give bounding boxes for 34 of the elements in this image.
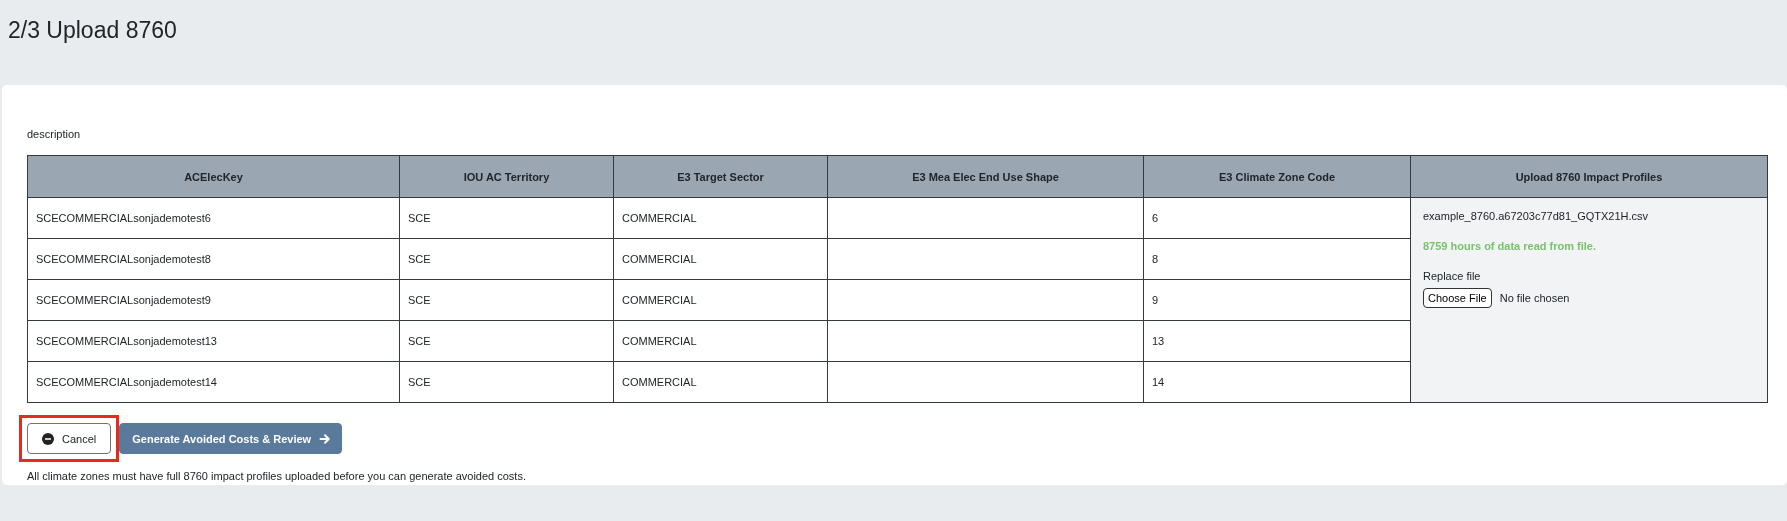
cancel-button[interactable]: Cancel: [27, 423, 112, 454]
column-header: IOU AC Territory: [399, 155, 614, 198]
column-header: E3 Mea Elec End Use Shape: [827, 155, 1144, 198]
table-cell: SCE: [399, 279, 614, 321]
status-text: 8759 hours of data read from file.: [1423, 240, 1597, 252]
table-cell: SCECOMMERCIALsonjademotest8: [27, 238, 400, 280]
generate-button[interactable]: Generate Avoided Costs & Review: [119, 423, 343, 454]
table-cell: COMMERCIAL: [613, 238, 828, 280]
table-cell: 6: [1143, 197, 1411, 239]
column-header: Upload 8760 Impact Profiles: [1410, 155, 1768, 198]
file-name: example_8760.a67203c77d81_GQTX21H.csv: [1423, 210, 1650, 222]
table-cell: SCE: [399, 320, 614, 362]
table-cell: COMMERCIAL: [613, 197, 828, 239]
table-cell: COMMERCIAL: [613, 361, 828, 403]
table-cell: COMMERCIAL: [613, 279, 828, 321]
field-label: Replace file: [1423, 270, 1482, 282]
column-header: ACElecKey: [27, 155, 400, 198]
table-cell: SCE: [399, 197, 614, 239]
table-cell: COMMERCIAL: [613, 320, 828, 362]
minus-circle-icon: [42, 432, 54, 445]
table-cell: SCECOMMERCIALsonjademotest13: [27, 320, 400, 362]
description-text: description: [27, 128, 82, 140]
choose-file-button[interactable]: Choose File: [1423, 288, 1492, 308]
table-cell: SCECOMMERCIALsonjademotest9: [27, 279, 400, 321]
file-status-text: No file chosen: [1499, 292, 1570, 304]
column-header: E3 Climate Zone Code: [1143, 155, 1411, 198]
column-header: E3 Target Sector: [613, 155, 828, 198]
table-cell: SCECOMMERCIALsonjademotest6: [27, 197, 400, 239]
table-cell: SCE: [399, 361, 614, 403]
info-text: All climate zones must have full 8760 impact profiles uploaded before you can generate avoided costs.: [27, 470, 527, 482]
arrow-right-icon: [319, 432, 332, 445]
page-title: 2/3 Upload 8760: [8, 17, 177, 44]
table-cell: SCECOMMERCIALsonjademotest14: [27, 361, 400, 403]
table-cell: SCE: [399, 238, 614, 280]
